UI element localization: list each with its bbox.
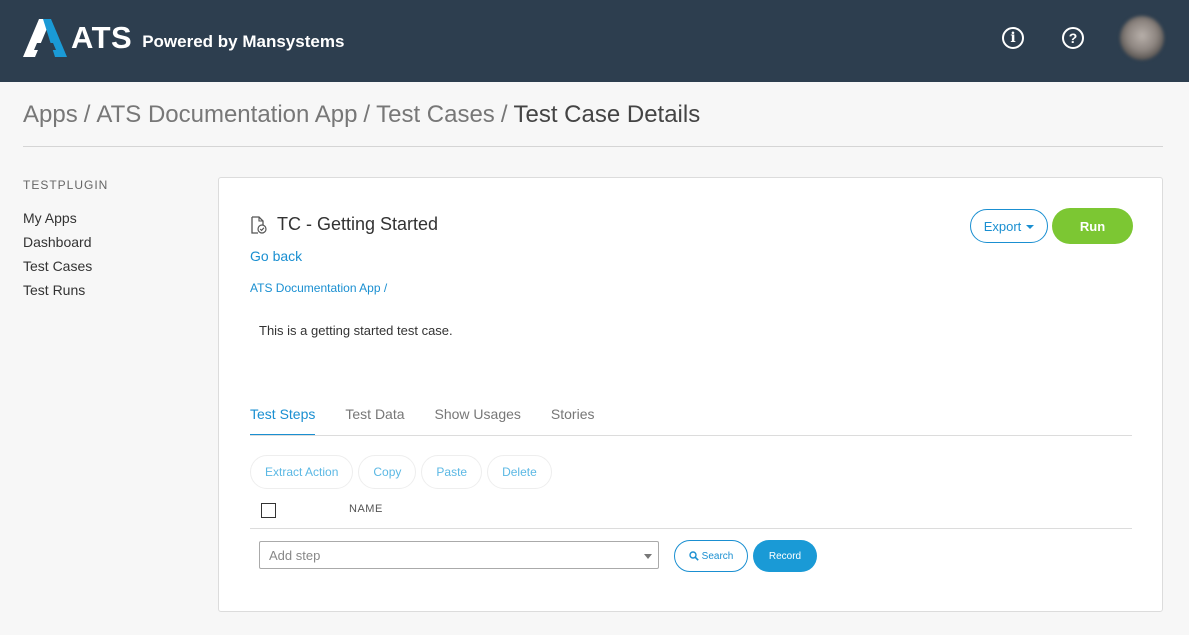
tabs-divider [250, 435, 1132, 436]
tab-test-steps[interactable]: Test Steps [250, 404, 316, 436]
info-icon[interactable]: i [1002, 27, 1024, 49]
top-bar: ATS Powered by Mansystems i ? [0, 0, 1189, 82]
search-label: Search [701, 550, 734, 562]
run-button[interactable]: Run [1052, 208, 1133, 244]
copy-button[interactable]: Copy [358, 455, 417, 489]
test-case-card: TC - Getting Started Go back ATS Documen… [218, 177, 1163, 612]
avatar[interactable] [1120, 16, 1164, 60]
export-button[interactable]: Export [970, 209, 1048, 243]
tab-show-usages[interactable]: Show Usages [435, 404, 521, 436]
test-case-description: This is a getting started test case. [259, 323, 453, 338]
sidebar: TESTPLUGIN My Apps Dashboard Test Cases … [23, 178, 203, 302]
breadcrumb: Apps / ATS Documentation App / Test Case… [23, 100, 700, 130]
sidebar-item-dashboard[interactable]: Dashboard [23, 230, 203, 254]
add-step-placeholder: Add step [269, 547, 321, 563]
search-icon [688, 551, 699, 561]
extract-action-button[interactable]: Extract Action [250, 455, 354, 489]
breadcrumb-current: Test Case Details [513, 101, 701, 128]
breadcrumb-separator: / [83, 101, 91, 128]
tab-test-data[interactable]: Test Data [345, 404, 404, 436]
add-step-dropdown[interactable]: Add step [259, 541, 659, 569]
test-case-document-icon [251, 216, 267, 234]
record-button[interactable]: Record [753, 540, 817, 572]
ats-logo-mark-icon [23, 19, 67, 57]
chevron-down-icon [1026, 225, 1035, 229]
sidebar-item-test-runs[interactable]: Test Runs [23, 278, 203, 302]
tab-stories[interactable]: Stories [551, 404, 595, 436]
go-back-link[interactable]: Go back [250, 248, 302, 264]
help-icon[interactable]: ? [1062, 27, 1084, 49]
step-actions: Extract Action Copy Paste Delete [250, 455, 557, 489]
sidebar-item-test-cases[interactable]: Test Cases [23, 254, 203, 278]
breadcrumb-apps[interactable]: Apps [23, 101, 78, 129]
powered-by-text: Powered by Mansystems [142, 32, 345, 51]
test-case-title: TC - Getting Started [277, 214, 439, 234]
divider [23, 146, 1163, 147]
select-all-checkbox[interactable] [261, 503, 276, 518]
column-header-name: NAME [349, 503, 383, 515]
table-divider [250, 528, 1132, 529]
paste-button[interactable]: Paste [421, 455, 483, 489]
export-label: Export [983, 218, 1022, 234]
breadcrumb-test-cases[interactable]: Test Cases [376, 101, 495, 129]
delete-button[interactable]: Delete [487, 455, 552, 489]
breadcrumb-separator: / [363, 101, 371, 128]
breadcrumb-separator: / [500, 101, 508, 128]
logo-text: ATS [71, 20, 133, 55]
search-button[interactable]: Search [674, 540, 748, 572]
chevron-down-icon [644, 554, 652, 559]
sidebar-heading: TESTPLUGIN [23, 178, 109, 192]
app-breadcrumb-link[interactable]: ATS Documentation App / [250, 281, 387, 295]
sidebar-item-my-apps[interactable]: My Apps [23, 206, 203, 230]
ats-logo[interactable]: ATS Powered by Mansystems [23, 18, 344, 58]
tab-bar: Test Steps Test Data Show Usages Stories [250, 404, 624, 436]
breadcrumb-app[interactable]: ATS Documentation App [96, 101, 357, 129]
